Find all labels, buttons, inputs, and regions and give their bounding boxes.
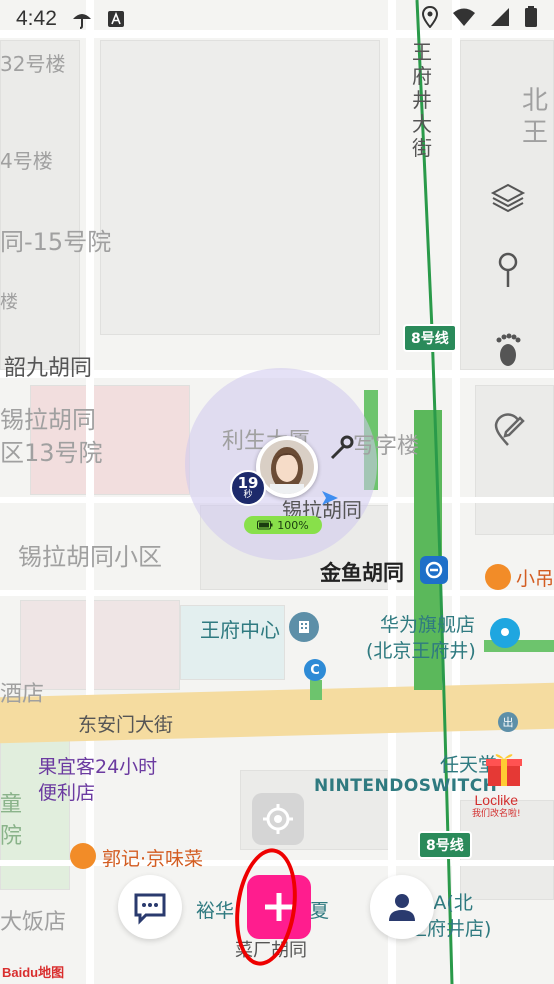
location-status-icon <box>421 5 439 33</box>
metro-line-badge: 8号线 <box>403 324 457 352</box>
map-label: 郭记·京味菜 <box>102 848 204 870</box>
map-label: 锡拉胡同小区 <box>18 543 162 571</box>
profile-button[interactable] <box>370 875 434 939</box>
map-label: 韶九胡同 <box>4 356 93 381</box>
wrench-icon <box>326 432 356 466</box>
baidu-map-logo: Baidu地图 <box>2 965 65 980</box>
map-label: 写字楼 <box>353 434 420 459</box>
gift-icon[interactable] <box>484 748 524 788</box>
map-label: 32号楼 <box>0 52 66 76</box>
layers-icon <box>490 183 526 213</box>
exit-icon: 出 <box>498 712 518 732</box>
map-label: 小吊 <box>516 568 554 590</box>
plus-icon <box>265 893 293 921</box>
map-label: 童 <box>0 792 23 817</box>
map-label: 东安门大街 <box>78 714 174 736</box>
metro-station-icon[interactable] <box>420 556 448 584</box>
status-bar: 4:42 <box>0 0 554 38</box>
keyboard-a-icon <box>107 10 125 28</box>
footprint-button[interactable] <box>488 330 528 370</box>
countdown-badge: 19 秒 <box>230 470 266 506</box>
map-edit-icon <box>494 413 525 446</box>
crosshair-icon <box>263 804 293 834</box>
map-label: 楼 <box>0 292 18 313</box>
loclike-promo[interactable]: Loclike 我们改名啦! <box>472 792 521 820</box>
route-edit-button[interactable] <box>488 410 528 450</box>
loclike-name: Loclike <box>474 792 519 808</box>
metro-line-badge: 8号线 <box>418 831 472 859</box>
footprint-icon <box>496 333 521 366</box>
user-icon <box>389 894 415 921</box>
countdown-unit: 秒 <box>243 490 253 500</box>
location-pin-icon[interactable] <box>490 618 520 648</box>
map-label: 王府中心 <box>200 618 280 642</box>
chat-button[interactable] <box>118 875 182 939</box>
map-label: 果宜客24小时 <box>38 756 158 778</box>
wifi-icon <box>452 7 476 32</box>
map-label: 同-15号院 <box>0 228 112 256</box>
signal-icon <box>490 7 510 32</box>
map-label: 院 <box>0 824 23 849</box>
pin-icon <box>498 252 518 287</box>
battery-icon <box>524 5 538 33</box>
battery-small-icon <box>257 520 273 530</box>
direction-arrow-icon <box>322 490 338 509</box>
map-label: 酒店 <box>0 682 45 707</box>
map-label: 王 <box>522 118 549 148</box>
map-label: NINTENDOSWITCH <box>314 776 498 796</box>
layers-button[interactable] <box>488 178 528 218</box>
map-label: (北京王府井) <box>366 640 476 662</box>
pin-tool-button[interactable] <box>488 251 528 291</box>
map-label: 便利店 <box>38 782 96 804</box>
relocate-button[interactable] <box>252 793 304 845</box>
loclike-tagline: 我们改名啦! <box>472 808 521 819</box>
countdown-seconds: 19 <box>237 474 259 492</box>
message-icon <box>134 893 166 925</box>
umbrella-icon <box>71 8 93 30</box>
status-time: 4:42 <box>16 7 57 30</box>
map-label: 华为旗舰店 <box>380 614 476 636</box>
map-label: 裕华 <box>196 900 235 922</box>
map-label: 锡拉胡同 <box>0 406 96 434</box>
building-icon[interactable] <box>289 612 319 642</box>
restaurant-icon[interactable] <box>485 564 511 590</box>
map-label: 区13号院 <box>0 439 103 467</box>
map-label: 金鱼胡同 <box>320 561 404 585</box>
map-label: 夏 <box>310 900 330 922</box>
poi-c-icon[interactable]: C <box>304 659 326 681</box>
map-label: 菜厂胡同 <box>235 940 307 961</box>
restaurant-icon[interactable] <box>70 843 96 869</box>
battery-percent: 100% <box>277 518 309 532</box>
add-button[interactable] <box>247 875 311 939</box>
map-label: 大饭店 <box>0 910 67 935</box>
map-label: 4号楼 <box>0 149 53 173</box>
avatar <box>260 440 314 494</box>
battery-status-pill: 100% <box>244 516 322 534</box>
street-label-wangfujing: 王府井大街 <box>412 40 432 160</box>
